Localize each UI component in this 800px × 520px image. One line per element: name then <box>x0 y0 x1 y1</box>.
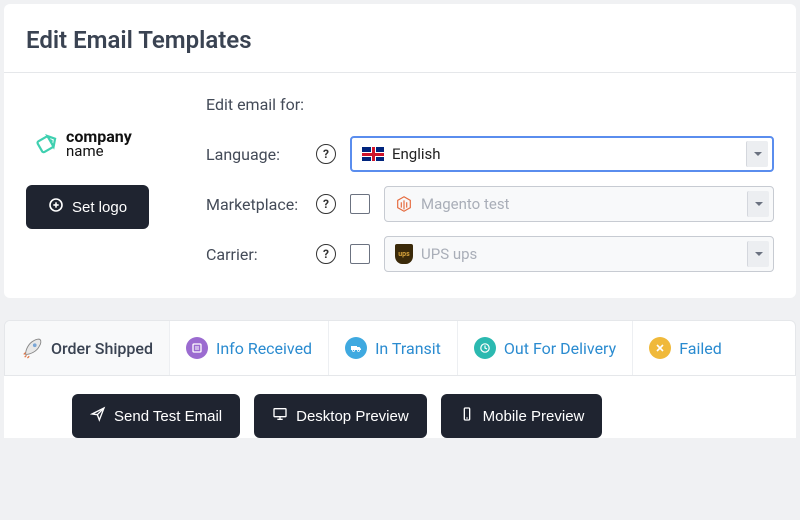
tab-label: Failed <box>679 339 722 358</box>
x-icon <box>649 337 671 359</box>
chevron-down-icon <box>746 141 768 167</box>
tag-icon <box>32 130 60 158</box>
rocket-icon <box>21 337 43 359</box>
ups-icon: ups <box>395 244 413 264</box>
carrier-label: Carrier: <box>206 245 316 264</box>
monitor-icon <box>272 406 288 426</box>
flag-uk-icon <box>362 147 384 161</box>
language-row: Language: ? English <box>206 136 774 172</box>
desktop-preview-button[interactable]: Desktop Preview <box>254 394 427 438</box>
list-icon <box>186 337 208 359</box>
tab-in-transit[interactable]: In Transit <box>329 321 458 375</box>
help-icon[interactable]: ? <box>316 244 336 264</box>
tab-label: In Transit <box>375 339 441 358</box>
help-icon[interactable]: ? <box>316 144 336 164</box>
marketplace-checkbox[interactable] <box>350 194 370 214</box>
tab-order-shipped[interactable]: Order Shipped <box>5 321 170 375</box>
section-label: Edit email for: <box>206 95 774 114</box>
tab-out-for-delivery[interactable]: Out For Delivery <box>458 321 633 375</box>
mobile-preview-button[interactable]: Mobile Preview <box>441 394 603 438</box>
truck-icon <box>345 337 367 359</box>
paper-plane-icon <box>90 406 106 426</box>
magento-icon <box>395 195 413 213</box>
company-logo: company name <box>26 129 132 159</box>
marketplace-row: Marketplace: ? Magento test <box>206 186 774 222</box>
page-title: Edit Email Templates <box>26 26 774 54</box>
carrier-checkbox[interactable] <box>350 244 370 264</box>
settings-card: Edit Email Templates company name Set lo… <box>4 4 796 298</box>
card-header: Edit Email Templates <box>4 4 796 73</box>
marketplace-label: Marketplace: <box>206 195 316 214</box>
carrier-row: Carrier: ? ups UPS ups <box>206 236 774 272</box>
tab-label: Order Shipped <box>51 339 153 358</box>
language-label: Language: <box>206 145 316 164</box>
tab-failed[interactable]: Failed <box>633 321 738 375</box>
tab-label: Out For Delivery <box>504 339 616 358</box>
carrier-select[interactable]: ups UPS ups <box>384 236 774 272</box>
tab-info-received[interactable]: Info Received <box>170 321 329 375</box>
company-logo-text-2: name <box>66 144 132 159</box>
language-select[interactable]: English <box>350 136 774 172</box>
tab-label: Info Received <box>216 339 312 358</box>
plus-circle-icon <box>48 197 64 217</box>
mobile-icon <box>459 406 475 426</box>
help-icon[interactable]: ? <box>316 194 336 214</box>
clock-icon <box>474 337 496 359</box>
preview-actions: Send Test Email Desktop Preview Mobile P… <box>4 376 796 438</box>
set-logo-button[interactable]: Set logo <box>26 185 149 229</box>
chevron-down-icon <box>747 191 769 217</box>
send-test-email-button[interactable]: Send Test Email <box>72 394 240 438</box>
marketplace-select[interactable]: Magento test <box>384 186 774 222</box>
chevron-down-icon <box>747 241 769 267</box>
status-tabs: Order Shipped Info Received In Transit O… <box>4 320 796 376</box>
